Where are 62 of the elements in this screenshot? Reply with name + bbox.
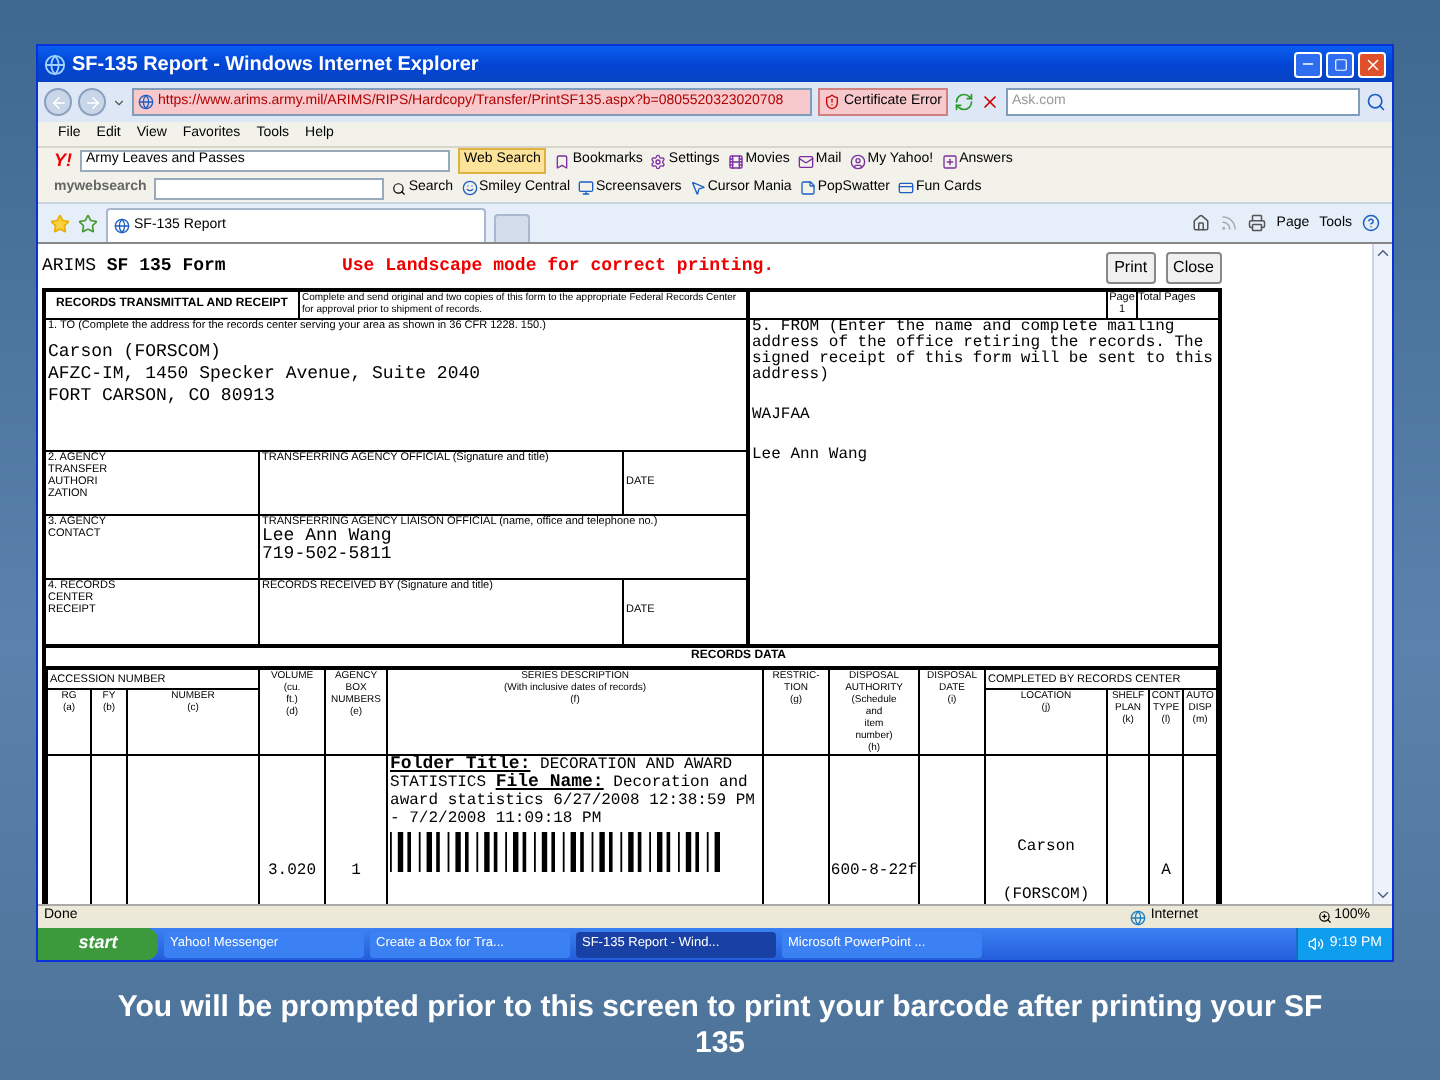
shield-icon: [824, 94, 840, 110]
close-button[interactable]: [1358, 51, 1386, 77]
gear-icon: [650, 153, 667, 169]
form-title: ARIMS SF 135 Form: [42, 254, 228, 281]
scrollbar[interactable]: [1372, 244, 1392, 904]
globe-icon: [1130, 909, 1147, 925]
print-icon[interactable]: [1248, 214, 1267, 233]
browser-icon: [44, 53, 66, 75]
yahoo-logo[interactable]: Y!: [54, 147, 72, 175]
envelope-icon: [797, 153, 814, 169]
back-button[interactable]: [44, 88, 72, 116]
table-cell: 600-8-22f: [830, 861, 918, 879]
address-line: AFZC-IM, 1450 Specker Avenue, Suite 2040: [48, 364, 483, 386]
table-cell: 3.020: [268, 861, 317, 879]
forward-arrow-icon: [83, 93, 101, 111]
page-icon: [138, 94, 154, 110]
form-button[interactable]: Print: [1106, 252, 1156, 284]
back-arrow-icon: [49, 93, 67, 111]
field-value: 719-502-5811: [262, 546, 394, 564]
address-line: WAJFAA: [752, 408, 812, 424]
slide-caption: You will be prompted prior to this screen to print your barcode after printing your SF 135: [115, 990, 1325, 1062]
film-icon: [727, 153, 744, 169]
field-label: 5. FROM (Enter the name and complete mailing address of the office retiring the records. The signed receipt of this form will be sent to this address): [752, 320, 1215, 384]
start-button[interactable]: start: [38, 928, 158, 960]
scroll-up-icon[interactable]: [1374, 244, 1392, 262]
address-line: FORT CARSON, CO 80913: [48, 386, 277, 408]
table-cell: 1: [351, 861, 361, 879]
monitor-icon: [578, 180, 595, 196]
home-icon[interactable]: [1192, 214, 1211, 233]
card-icon: [898, 180, 915, 196]
minimize-button[interactable]: [1294, 51, 1322, 77]
speaker-icon[interactable]: [1307, 936, 1324, 952]
table-cell: Carson (FORSCOM): [1002, 837, 1090, 903]
refresh-icon[interactable]: [954, 92, 975, 112]
address-line: Lee Ann Wang: [752, 448, 870, 464]
close-icon: [1363, 55, 1381, 73]
toolbar-search-field[interactable]: [154, 177, 385, 199]
plus-icon: [941, 153, 958, 169]
smiley-icon: [461, 180, 477, 196]
restore-icon: [1333, 57, 1347, 71]
series-description: Folder Title: DECORATION AND AWARD STATISTICS File Name: Decoration and award statistics 6/27/2008 12:38:59 PM - 7/2/2008 11:09:18 PM: [390, 756, 757, 828]
field-value: Lee Ann Wang: [262, 528, 394, 546]
pointer-icon: [689, 180, 706, 196]
landscape-notice: Use Landscape mode for correct printing.: [342, 254, 775, 281]
help-icon[interactable]: [1362, 214, 1380, 233]
search-icon[interactable]: [1366, 92, 1386, 112]
user-icon: [849, 153, 866, 169]
restore-button[interactable]: [1326, 51, 1354, 77]
zoom-icon: [1318, 910, 1333, 924]
scroll-down-icon[interactable]: [1374, 886, 1392, 904]
bookmark-icon: [554, 153, 571, 169]
dropdown-icon[interactable]: [112, 95, 126, 109]
forward-button[interactable]: [78, 88, 106, 116]
address-line: Carson (FORSCOM): [48, 342, 223, 364]
page-icon: [114, 218, 130, 234]
search-icon: [392, 181, 407, 195]
window-title: SF-135 Report - Windows Internet Explorer: [72, 51, 479, 79]
add-favorite-icon[interactable]: [78, 214, 98, 234]
form-button[interactable]: Close: [1165, 252, 1222, 284]
stop-icon[interactable]: [980, 92, 1001, 112]
note-icon: [799, 180, 816, 196]
table-cell: A: [1161, 861, 1171, 879]
